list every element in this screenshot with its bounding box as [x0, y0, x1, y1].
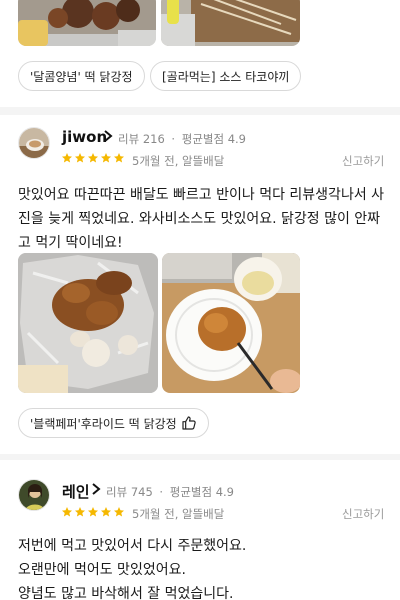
menu-tag-label: '달콤양념' 떡 닭강정 — [30, 69, 133, 84]
meta-separator: · — [171, 132, 176, 146]
star-icon — [62, 507, 72, 517]
star-icon — [75, 153, 85, 163]
menu-tag-1[interactable]: '달콤양념' 떡 닭강정 — [18, 61, 145, 91]
star-rating — [61, 152, 125, 164]
review-date: 5개월 전, 알뜰배달 — [132, 154, 225, 168]
review-photo-1[interactable] — [18, 253, 158, 393]
star-icon — [88, 507, 98, 517]
reviewer-name[interactable]: 레인 — [62, 481, 90, 502]
star-rating — [61, 506, 125, 518]
section-divider — [0, 107, 400, 115]
star-icon — [114, 507, 124, 517]
star-icon — [75, 507, 85, 517]
top-review-photo-1[interactable] — [18, 0, 156, 46]
star-icon — [114, 153, 124, 163]
avatar[interactable] — [18, 479, 50, 511]
review-text: 맛있어요 따끈따끈 배달도 빠르고 반이나 먹다 리뷰생각나서 사 진을 늦게 … — [18, 187, 385, 251]
review-date: 5개월 전, 알뜰배달 — [132, 507, 225, 521]
chevron-right-icon[interactable] — [103, 129, 113, 147]
star-icon — [101, 507, 111, 517]
star-icon — [101, 153, 111, 163]
avg-rating: 평균별점 4.9 — [169, 485, 234, 499]
avatar[interactable] — [18, 127, 50, 159]
menu-tag-label: [골라먹는] 소스 타코야끼 — [162, 69, 290, 84]
meta-separator: · — [159, 485, 164, 499]
section-divider — [0, 454, 400, 460]
menu-tag-review-1[interactable]: '블랙페퍼'후라이드 떡 닭강정 — [18, 408, 209, 438]
top-review-photo-2[interactable] — [161, 0, 300, 46]
report-link[interactable]: 신고하기 — [342, 153, 384, 169]
reviewer-meta: 리뷰 745 · 평균별점 4.9 — [106, 484, 234, 500]
review-photo-2[interactable] — [162, 253, 300, 393]
menu-tag-2[interactable]: [골라먹는] 소스 타코야끼 — [150, 61, 302, 91]
menu-tag-label: '블랙페퍼'후라이드 떡 닭강정 — [30, 416, 177, 431]
report-link[interactable]: 신고하기 — [342, 506, 384, 522]
review-count: 리뷰 216 — [118, 132, 165, 146]
star-icon — [62, 153, 72, 163]
reviewer-meta: 리뷰 216 · 평균별점 4.9 — [118, 131, 246, 147]
chevron-right-icon[interactable] — [91, 482, 101, 500]
avg-rating: 평균별점 4.9 — [181, 132, 246, 146]
review-text: 저번에 먹고 맛있어서 다시 주문했어요. 오랜만에 먹어도 맛있었어요. 양념… — [18, 538, 247, 600]
star-icon — [88, 153, 98, 163]
reviewer-name[interactable]: jiwon — [62, 128, 107, 146]
thumbs-up-icon — [181, 415, 197, 431]
review-count: 리뷰 745 — [106, 485, 153, 499]
